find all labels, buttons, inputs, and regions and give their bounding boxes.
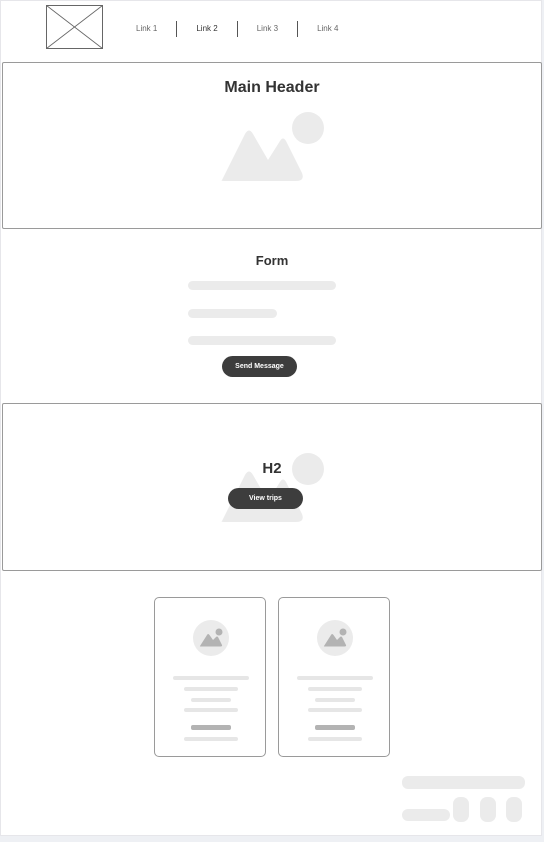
form-title: Form — [255, 253, 289, 268]
footer-text-line — [402, 809, 450, 821]
form-field-1[interactable] — [188, 281, 336, 290]
nav-link-1[interactable]: Link 1 — [117, 21, 176, 37]
image-placeholder-icon — [221, 112, 324, 181]
hero-title: Main Header — [224, 79, 320, 96]
card-text-line — [184, 687, 238, 691]
banner-section: H2 View trips — [2, 403, 542, 571]
social-icon-1[interactable] — [453, 797, 469, 822]
footer-text-line — [402, 776, 525, 789]
card-text-line — [308, 708, 362, 712]
image-placeholder-icon — [317, 620, 353, 656]
view-trips-button[interactable]: View trips — [228, 488, 303, 509]
form-section: Form Send Message — [1, 241, 543, 391]
card-text-line — [191, 698, 231, 702]
form-field-2[interactable] — [188, 309, 277, 318]
send-message-button[interactable]: Send Message — [222, 356, 297, 377]
hero-section: Main Header — [2, 62, 542, 229]
main-nav: Link 1 Link 2 Link 3 Link 4 — [117, 21, 357, 37]
card-text-line — [308, 687, 362, 691]
card-text-line — [315, 698, 355, 702]
social-icon-2[interactable] — [480, 797, 496, 822]
card[interactable] — [278, 597, 390, 757]
image-placeholder-icon — [193, 620, 229, 656]
page-frame: Link 1 Link 2 Link 3 Link 4 Main Header … — [0, 0, 542, 836]
social-icon-3[interactable] — [506, 797, 522, 822]
card-link-line[interactable] — [315, 725, 355, 730]
card-text-line — [308, 737, 362, 741]
card-text-line — [297, 676, 373, 680]
card[interactable] — [154, 597, 266, 757]
logo-placeholder-icon[interactable] — [46, 5, 103, 49]
nav-link-2[interactable]: Link 2 — [177, 21, 236, 37]
form-field-3[interactable] — [188, 336, 336, 345]
nav-link-4[interactable]: Link 4 — [298, 21, 357, 37]
bottom-edge — [0, 836, 544, 842]
banner-title: H2 — [262, 460, 282, 477]
nav-link-3[interactable]: Link 3 — [238, 21, 297, 37]
card-text-line — [184, 708, 238, 712]
card-text-line — [173, 676, 249, 680]
card-text-line — [184, 737, 238, 741]
card-link-line[interactable] — [191, 725, 231, 730]
